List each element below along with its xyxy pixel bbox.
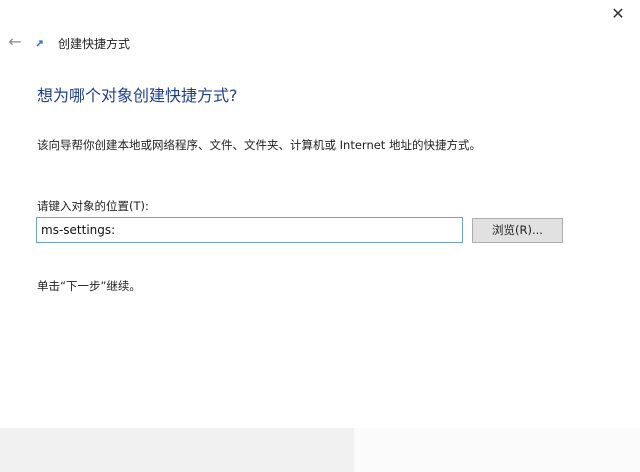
shortcut-icon — [36, 40, 44, 48]
footer-button-fragment — [352, 462, 402, 472]
browse-button[interactable]: 浏览(R)... — [472, 218, 563, 243]
wizard-heading: 想为哪个对象创建快捷方式? — [37, 86, 238, 105]
footer-panel — [0, 428, 354, 472]
location-input[interactable] — [36, 217, 463, 243]
back-arrow-icon[interactable]: ← — [6, 33, 24, 51]
wizard-description: 该向导帮你创建本地或网络程序、文件、文件夹、计算机或 Internet 地址的快… — [37, 138, 481, 152]
location-label: 请键入对象的位置(T): — [37, 199, 149, 213]
close-icon[interactable]: ✕ — [608, 4, 628, 24]
create-shortcut-dialog: ✕ ← 创建快捷方式 想为哪个对象创建快捷方式? 该向导帮你创建本地或网络程序、… — [0, 0, 640, 472]
window-title: 创建快捷方式 — [58, 37, 131, 51]
continue-hint: 单击“下一步”继续。 — [37, 279, 141, 293]
